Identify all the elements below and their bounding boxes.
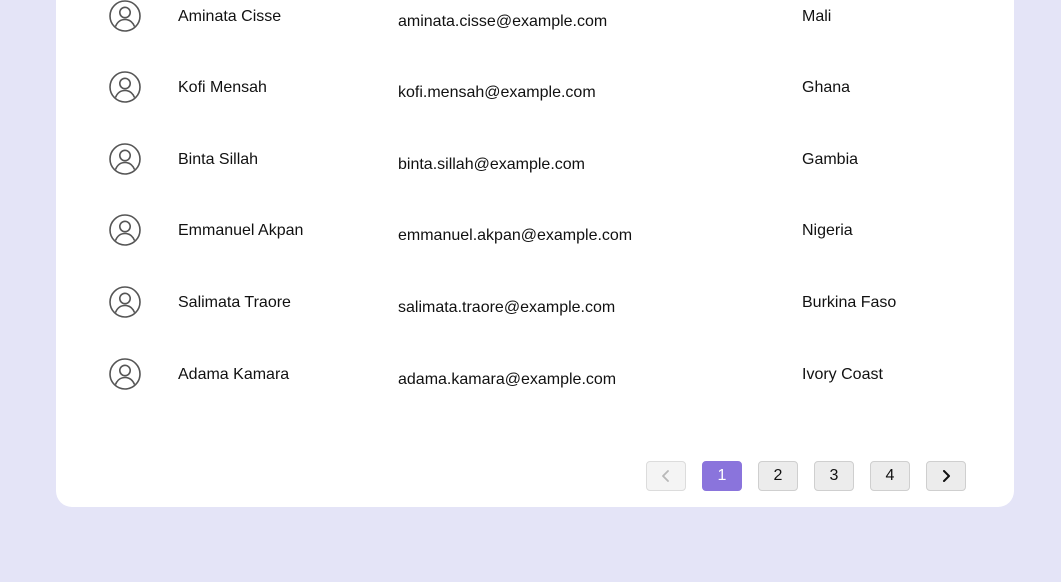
user-avatar-icon [109,0,141,32]
users-card: Aminata Cisse aminata.cisse@example.com … [56,0,1014,507]
chevron-left-icon [662,470,669,482]
user-country: Gambia [802,151,859,168]
prev-page-button[interactable] [646,461,686,491]
user-email: salimata.traore@example.com [398,299,616,316]
user-country: Nigeria [802,222,853,239]
user-row: Aminata Cisse aminata.cisse@example.com … [56,0,1014,72]
page-button-2[interactable]: 2 [758,461,798,491]
user-email: kofi.mensah@example.com [398,84,596,101]
user-row: Salimata Traore salimata.traore@example.… [56,286,1014,358]
user-avatar-icon [109,358,141,390]
user-name: Aminata Cisse [178,8,282,25]
chevron-right-icon [943,470,950,482]
user-row: Kofi Mensah kofi.mensah@example.com Ghan… [56,71,1014,143]
user-avatar-icon [109,286,141,318]
next-page-button[interactable] [926,461,966,491]
user-email: adama.kamara@example.com [398,371,617,388]
user-country: Ghana [802,79,851,96]
user-name: Kofi Mensah [178,79,267,96]
user-row: Emmanuel Akpan emmanuel.akpan@example.co… [56,214,1014,286]
user-avatar-icon [109,71,141,103]
page-button-3[interactable]: 3 [814,461,854,491]
user-email: binta.sillah@example.com [398,156,585,173]
user-avatar-icon [109,143,141,175]
user-country: Mali [802,8,832,25]
user-name: Adama Kamara [178,366,290,383]
user-email: emmanuel.akpan@example.com [398,227,633,244]
page-button-4[interactable]: 4 [870,461,910,491]
user-name: Emmanuel Akpan [178,222,304,239]
user-avatar-icon [109,214,141,246]
user-row: Adama Kamara adama.kamara@example.com Iv… [56,358,1014,430]
user-row: Binta Sillah binta.sillah@example.com Ga… [56,143,1014,215]
user-email: aminata.cisse@example.com [398,13,608,30]
user-name: Salimata Traore [178,294,291,311]
user-country: Ivory Coast [802,366,883,383]
user-name: Binta Sillah [178,151,259,168]
page-button-1[interactable]: 1 [702,461,742,491]
user-country: Burkina Faso [802,294,897,311]
